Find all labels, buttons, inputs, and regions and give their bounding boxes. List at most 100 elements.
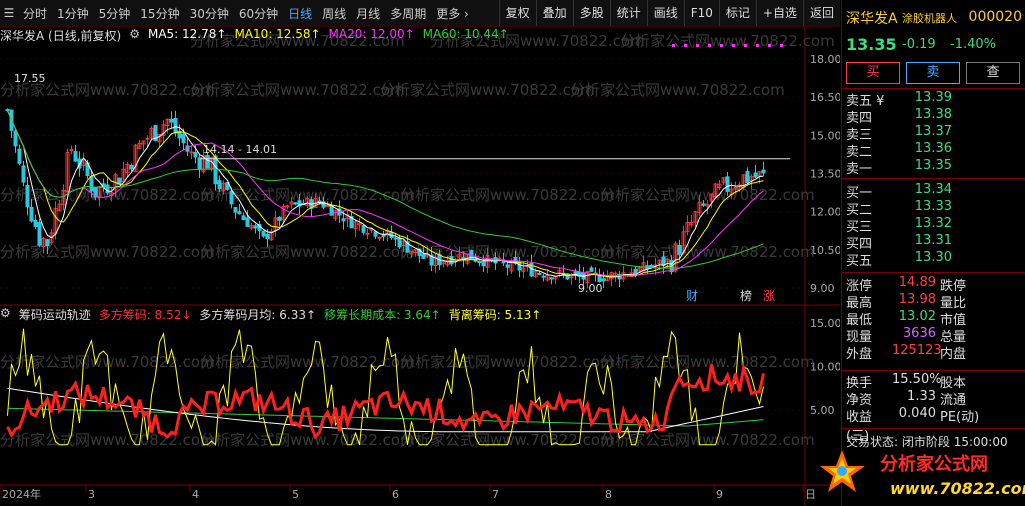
ask-row[interactable]: 卖五 ¥ 13.39 [846, 90, 1022, 109]
ma60-label: MA60: 10.44↑ [422, 27, 509, 41]
action-button-5[interactable]: F10 [683, 0, 719, 26]
signal-marker [696, 44, 699, 47]
signal-marker [672, 44, 675, 47]
dfcm-label: 多方筹码: 8.52↓ [98, 308, 192, 322]
book-price: 13.37 [914, 124, 952, 139]
ask-row[interactable]: 卖四 13.38 [846, 107, 1022, 126]
tab-period-7[interactable]: 周线 [317, 5, 351, 22]
query-button[interactable]: 查 [966, 62, 1020, 84]
indicator-legend: ⚙ 筹码运动轨迹 多方筹码: 8.52↓ 多方筹码月均: 6.33↑ 移筹长期成… [0, 306, 541, 322]
candle [217, 180, 222, 189]
action-button-8[interactable]: 返回 [802, 0, 840, 26]
candle [493, 257, 498, 264]
ask-row[interactable]: 卖二 13.36 [846, 141, 1022, 160]
stat-label-2: 流通 [940, 393, 967, 408]
tab-period-10[interactable]: 更多 › [431, 5, 474, 22]
watermark-text: 分析家公式网www.70822.com [400, 353, 615, 371]
buy-button[interactable]: 买 [846, 62, 900, 84]
candle [365, 232, 370, 235]
candle [293, 202, 298, 205]
tab-period-5[interactable]: 60分钟 [234, 5, 283, 22]
action-button-7[interactable]: +自选 [755, 0, 803, 26]
candle [597, 275, 602, 282]
stat-label-2: PE(动) [940, 410, 980, 425]
action-button-4[interactable]: 画线 [646, 0, 684, 26]
divider [842, 88, 1025, 89]
stat-label: 净资 [846, 393, 873, 408]
time-tick-label: 9 [716, 488, 723, 501]
candle [589, 267, 594, 272]
signal-marker [744, 44, 747, 47]
zhang-badge[interactable]: 涨 [763, 288, 775, 303]
book-price: 13.36 [914, 141, 952, 156]
divider [842, 272, 1025, 273]
candle [145, 137, 150, 140]
indicator-settings-icon[interactable]: ⚙ [0, 306, 11, 322]
tab-period-6[interactable]: 日线 [283, 5, 317, 22]
action-button-1[interactable]: 叠加 [535, 0, 573, 26]
dfcm-line [6, 362, 765, 440]
book-price: 13.30 [914, 250, 952, 265]
candle [317, 200, 322, 203]
kline-chart[interactable]: 18.0016.5015.0013.5012.0010.509.0015.001… [0, 26, 840, 506]
bang-badge[interactable]: 榜 [740, 288, 752, 303]
tab-period-1[interactable]: 1分钟 [52, 5, 94, 22]
cai-badge[interactable]: 财 [686, 289, 698, 303]
candle [197, 157, 202, 170]
stats-block: 涨停 14.89 跌停 最高 13.98 量比 最低 13.02 市值 现量 3636 总量 外盘 125… [846, 275, 1024, 362]
signal-marker [756, 44, 759, 47]
tab-period-8[interactable]: 月线 [351, 5, 385, 22]
time-tick-label: 2024年 [2, 487, 41, 501]
stat-row: 收益(三) 0.040 PE(动) [846, 406, 1024, 444]
action-button-0[interactable]: 复权 [498, 0, 536, 26]
bid-row[interactable]: 买一 13.34 [846, 182, 1022, 201]
bid-row[interactable]: 买四 13.31 [846, 233, 1022, 252]
logo-url: www.70822.com [890, 479, 1025, 498]
watermark-text: 分析家公式网www.70822.com [600, 431, 815, 449]
book-label: 买一 [846, 186, 873, 201]
tab-period-0[interactable]: 分时 [18, 5, 52, 22]
bid-row[interactable]: 买三 13.32 [846, 216, 1022, 235]
stat-label: 外盘 [846, 347, 873, 362]
ydcb-label: 移筹长期成本: 3.64↑ [324, 308, 441, 322]
candle [481, 261, 486, 267]
action-button-3[interactable]: 统计 [609, 0, 647, 26]
candle [241, 215, 246, 221]
stat-row: 外盘 125123 内盘 [846, 343, 1024, 362]
tab-period-4[interactable]: 30分钟 [185, 5, 234, 22]
price-tick-label: 18.00 [810, 53, 840, 66]
last-price: 13.35 [846, 35, 897, 54]
action-button-2[interactable]: 多股 [572, 0, 610, 26]
signal-marker [768, 44, 771, 47]
low-price-label: 9.00 [578, 282, 603, 295]
dfcm-monthly-label: 多方筹码月均: 6.33↑ [199, 308, 317, 322]
ask-book: 卖五 ¥ 13.39 卖四 13.38 卖三 13.37 卖二 13.36 卖一 13.35 [846, 90, 1022, 177]
signal-marker [732, 44, 735, 47]
book-label: 卖三 [846, 128, 873, 143]
candle [701, 203, 706, 206]
ask-row[interactable]: 卖三 13.37 [846, 124, 1022, 143]
candle [549, 277, 554, 280]
book-label: 买二 [846, 203, 873, 218]
tab-period-9[interactable]: 多周期 [385, 5, 431, 22]
tab-period-3[interactable]: 15分钟 [135, 5, 184, 22]
candle [325, 205, 330, 208]
bid-book: 买一 13.34 买二 13.33 买三 13.32 买四 13.31 买五 13.30 [846, 182, 1022, 269]
menu-icon[interactable]: ☰ [0, 0, 18, 26]
candle [29, 206, 34, 222]
settings-icon[interactable]: ⚙ [129, 27, 140, 43]
candle [233, 207, 238, 213]
candle [677, 245, 682, 255]
stat-label: 最高 [846, 296, 873, 311]
action-button-6[interactable]: 标记 [718, 0, 756, 26]
bid-row[interactable]: 买二 13.33 [846, 199, 1022, 218]
bid-row[interactable]: 买五 13.30 [846, 250, 1022, 269]
sell-button[interactable]: 卖 [906, 62, 960, 84]
tab-period-2[interactable]: 5分钟 [94, 5, 136, 22]
candle [181, 133, 186, 144]
signal-marker [720, 44, 723, 47]
book-price: 13.39 [914, 90, 952, 105]
stat-row: 现量 3636 总量 [846, 326, 1024, 345]
stat-value: 1.33 [907, 389, 936, 404]
ask-row[interactable]: 卖一 13.35 [846, 158, 1022, 177]
